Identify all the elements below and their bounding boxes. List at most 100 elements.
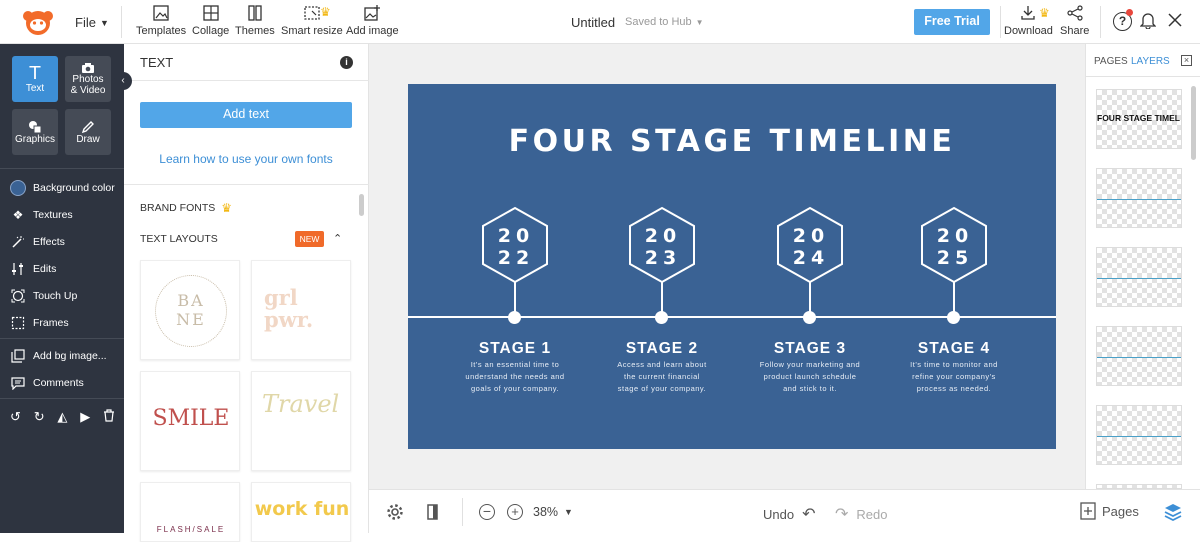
tab-layers[interactable]: LAYERS: [1131, 56, 1170, 67]
effects-item[interactable]: Effects: [10, 233, 65, 251]
stage-year-bottom[interactable]: 23: [628, 247, 698, 269]
layer-thumb-line[interactable]: [1096, 247, 1182, 307]
stage-title[interactable]: STAGE 2: [592, 340, 732, 358]
background-color-item[interactable]: Background color: [10, 179, 115, 197]
flip-icon[interactable]: ◭: [57, 409, 67, 425]
tab-pages[interactable]: PAGES: [1094, 56, 1128, 67]
stage-title[interactable]: STAGE 3: [740, 340, 880, 358]
design-title[interactable]: FOUR STAGE TIMELINE: [408, 124, 1056, 159]
textures-label: Textures: [33, 209, 73, 221]
add-image-button[interactable]: Add image: [346, 4, 399, 37]
gear-icon[interactable]: [386, 503, 404, 526]
stage-year-top[interactable]: 20: [776, 225, 846, 247]
panel-scrollbar[interactable]: [359, 194, 364, 216]
rotate-right-icon[interactable]: ↻: [34, 409, 45, 425]
learn-fonts-link[interactable]: Learn how to use your own fonts: [140, 152, 352, 166]
fit-canvas-icon[interactable]: [425, 503, 441, 526]
layer-thumb-line[interactable]: [1096, 405, 1182, 465]
touch-up-item[interactable]: Touch Up: [10, 287, 77, 305]
timeline-dot[interactable]: [655, 311, 668, 324]
zoom-level[interactable]: 38% ▼: [533, 505, 573, 519]
timeline-dot[interactable]: [803, 311, 816, 324]
close-panel-icon[interactable]: ×: [1181, 55, 1192, 66]
timeline-dot[interactable]: [947, 311, 960, 324]
textures-item[interactable]: ❖ Textures: [10, 206, 73, 224]
stage-description[interactable]: Access and learn about the current finan…: [597, 359, 727, 395]
text-layouts-heading[interactable]: TEXT LAYOUTS: [140, 233, 218, 245]
stage-description[interactable]: It's an essential time to understand the…: [450, 359, 580, 395]
layers-scrollbar[interactable]: [1191, 86, 1196, 160]
edits-item[interactable]: Edits: [10, 260, 56, 278]
layout-thumb-grl-pwr[interactable]: grl pwr.: [251, 260, 351, 360]
stage-description[interactable]: Follow your marketing and product launch…: [745, 359, 875, 395]
stage-description-line: process as needed.: [916, 384, 992, 393]
photos-video-button[interactable]: Photos & Video: [65, 56, 111, 102]
layers-icon[interactable]: [1163, 502, 1183, 527]
rotate-left-icon[interactable]: ↺: [10, 409, 21, 425]
layout-thumb-work-fun[interactable]: work fun: [251, 482, 351, 542]
stage-year-bottom[interactable]: 22: [481, 247, 551, 269]
collage-button[interactable]: Collage: [192, 4, 229, 37]
stage-year-top[interactable]: 20: [628, 225, 698, 247]
layout-thumb-text: SMILE: [152, 406, 230, 431]
smart-resize-button[interactable]: Smart resize: [281, 4, 343, 37]
draw-label: Draw: [76, 133, 100, 145]
send-icon[interactable]: ▶: [80, 409, 90, 425]
undo-label: Undo: [763, 506, 795, 522]
timeline-dot[interactable]: [508, 311, 521, 324]
save-status[interactable]: Saved to Hub ▼: [625, 16, 704, 28]
crown-icon: ♛: [1039, 6, 1050, 20]
pages-button[interactable]: Pages: [1080, 502, 1139, 520]
photos-video-label: Photos & Video: [70, 74, 106, 96]
chevron-up-icon[interactable]: ⌃: [333, 232, 342, 245]
zoom-out-icon[interactable]: −: [479, 504, 495, 520]
share-button[interactable]: Share: [1060, 4, 1089, 37]
layer-thumb-title[interactable]: FOUR STAGE TIMEL: [1096, 89, 1182, 149]
left-rail: T Text Photos & Video Graphics Draw ‹ Ba…: [0, 44, 132, 533]
comments-item[interactable]: Comments: [10, 374, 84, 392]
brand-fonts-heading[interactable]: BRAND FONTS ♛: [140, 201, 232, 215]
undo-button[interactable]: Undo ↶: [763, 504, 815, 524]
crown-icon: ♛: [320, 5, 331, 19]
layout-thumb-text: Travel: [262, 390, 340, 418]
text-tool-button[interactable]: T Text: [12, 56, 58, 102]
touch-up-label: Touch Up: [33, 290, 78, 302]
stage-year-bottom[interactable]: 24: [776, 247, 846, 269]
layer-thumb-line[interactable]: [1096, 326, 1182, 386]
design-canvas[interactable]: FOUR STAGE TIMELINE 20 22 STAGE 1 It's a…: [408, 84, 1056, 449]
stage-title[interactable]: STAGE 4: [884, 340, 1024, 358]
redo-icon: ↷: [835, 506, 849, 523]
templates-button[interactable]: Templates: [136, 4, 186, 37]
camera-icon: [82, 63, 94, 73]
redo-button[interactable]: ↷ Redo: [835, 504, 887, 524]
zoom-in-icon[interactable]: +: [507, 504, 523, 520]
picmonkey-logo-icon[interactable]: [22, 6, 54, 38]
new-badge: NEW: [295, 231, 324, 247]
layout-thumb-travel[interactable]: Travel: [251, 371, 351, 471]
stage-year-bottom[interactable]: 25: [920, 247, 990, 269]
add-bg-image-item[interactable]: Add bg image...: [10, 347, 107, 365]
trash-icon[interactable]: [103, 409, 115, 425]
layout-thumb-flash-sale[interactable]: FLASH/SALE: [140, 482, 240, 542]
stage-title[interactable]: STAGE 1: [445, 340, 585, 358]
draw-button[interactable]: Draw: [65, 109, 111, 155]
layout-thumb-bane[interactable]: BA NE: [140, 260, 240, 360]
add-text-button[interactable]: Add text: [140, 102, 352, 128]
layout-thumb-smile[interactable]: SMILE: [140, 371, 240, 471]
stage-year-top[interactable]: 20: [920, 225, 990, 247]
stage-year-top[interactable]: 20: [481, 225, 551, 247]
layer-thumb-line[interactable]: [1096, 168, 1182, 228]
free-trial-button[interactable]: Free Trial: [914, 9, 990, 35]
themes-button[interactable]: Themes: [235, 4, 275, 37]
layers-panel: PAGES LAYERS × FOUR STAGE TIMEL: [1085, 44, 1200, 489]
info-icon[interactable]: i: [340, 56, 353, 69]
layer-thumb-line[interactable]: [1096, 484, 1182, 489]
collapse-panel-button[interactable]: ‹: [114, 72, 132, 90]
graphics-button[interactable]: Graphics: [12, 109, 58, 155]
file-menu[interactable]: File ▼: [75, 15, 109, 30]
close-icon[interactable]: [1167, 12, 1183, 33]
document-title[interactable]: Untitled: [571, 15, 615, 30]
frames-item[interactable]: Frames: [10, 314, 69, 332]
bell-icon[interactable]: [1139, 11, 1157, 34]
stage-description[interactable]: It's time to monitor and refine your com…: [889, 359, 1019, 395]
